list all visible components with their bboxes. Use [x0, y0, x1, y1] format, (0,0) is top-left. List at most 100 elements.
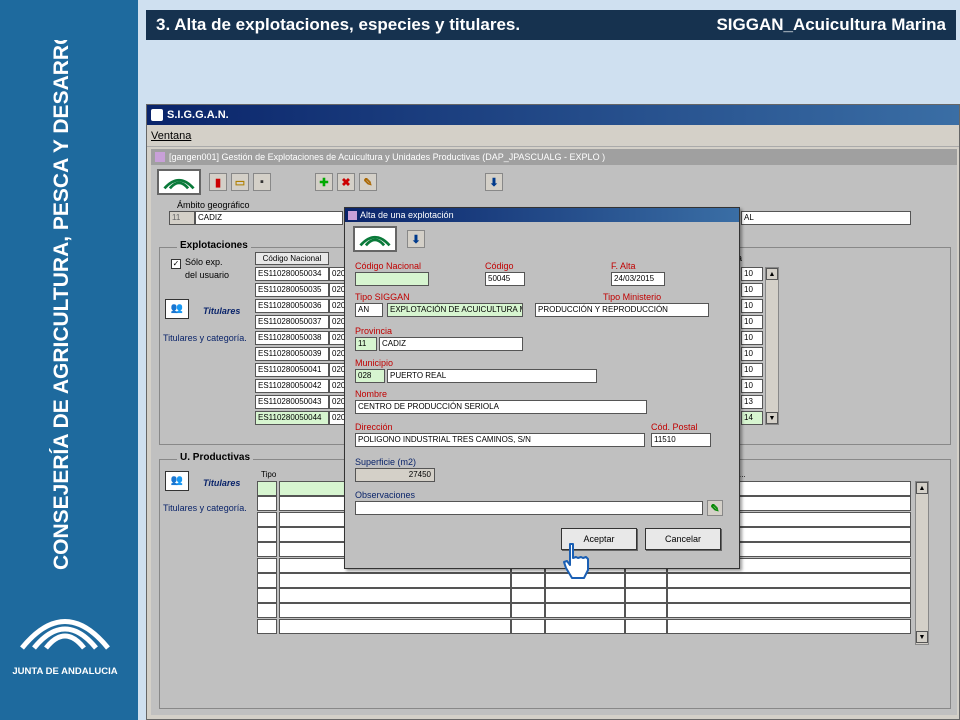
up-cell[interactable]: [545, 603, 625, 619]
up-cell[interactable]: [257, 542, 277, 558]
up-cell[interactable]: [511, 618, 545, 634]
up-cell[interactable]: [667, 588, 911, 604]
up-cell[interactable]: [545, 618, 625, 634]
municipio-code-field[interactable]: 028: [355, 369, 385, 383]
up-titulares-icon[interactable]: 👥: [165, 471, 189, 491]
codigo-field[interactable]: 50045: [485, 272, 525, 286]
direccion-label: Dirección: [355, 422, 393, 432]
up-cell[interactable]: [625, 618, 667, 634]
right-cell[interactable]: 10: [741, 379, 763, 393]
right-cell[interactable]: 10: [741, 283, 763, 297]
municipio-field[interactable]: PUERTO REAL: [387, 369, 597, 383]
up-cell[interactable]: [279, 572, 511, 588]
up-cell[interactable]: [667, 572, 911, 588]
up-cell[interactable]: [257, 618, 277, 634]
up-cell[interactable]: [257, 588, 277, 604]
nombre-field[interactable]: CENTRO DE PRODUCCIÓN SERIOLA: [355, 400, 647, 414]
codigo-nacional-cell[interactable]: ES110280050038: [255, 331, 329, 345]
up-cell[interactable]: [625, 572, 667, 588]
observaciones-field[interactable]: [355, 501, 703, 515]
up-cell[interactable]: [545, 588, 625, 604]
up-cell[interactable]: [511, 603, 545, 619]
up-cell[interactable]: [257, 496, 277, 512]
app-icon: [151, 109, 163, 121]
junta-toolbar-logo[interactable]: [157, 169, 201, 195]
cancel-button[interactable]: Cancelar: [645, 528, 721, 550]
right-cell[interactable]: 10: [741, 299, 763, 313]
save-icon[interactable]: ▪: [253, 173, 271, 191]
download-icon[interactable]: ⬇: [485, 173, 503, 191]
right-cell[interactable]: 10: [741, 347, 763, 361]
up-cell[interactable]: [279, 618, 511, 634]
up-cell[interactable]: [279, 588, 511, 604]
cod-postal-field[interactable]: 11510: [651, 433, 711, 447]
codigo-nacional-header[interactable]: Código Nacional: [255, 252, 329, 265]
f-alta-field[interactable]: 24/03/2015: [611, 272, 665, 286]
codigo-nacional-cell[interactable]: ES110280050043: [255, 395, 329, 409]
up-cell[interactable]: [257, 603, 277, 619]
provincia-code-field[interactable]: 11: [355, 337, 377, 351]
menu-ventana[interactable]: Ventana: [151, 130, 191, 142]
up-cell[interactable]: [667, 618, 911, 634]
solo-exp-checkbox[interactable]: ✓: [171, 259, 181, 269]
codigo-nacional-cell[interactable]: ES110280050036: [255, 299, 329, 313]
up-cell[interactable]: [257, 526, 277, 542]
tipo-siggan-field[interactable]: EXPLOTACIÓN DE ACUICULTURA M: [387, 303, 523, 317]
up-cell[interactable]: [257, 557, 277, 573]
open-folder-icon[interactable]: ▭: [231, 173, 249, 191]
up-cell[interactable]: [625, 603, 667, 619]
up-titulares-link[interactable]: Titulares: [203, 478, 240, 488]
municipio-label: Municipio: [355, 358, 394, 368]
codigo-nacional-cell[interactable]: ES110280050042: [255, 379, 329, 393]
scroll-up-icon[interactable]: ▲: [766, 268, 778, 280]
scroll-down-icon[interactable]: ▼: [766, 412, 778, 424]
up-cell[interactable]: [625, 588, 667, 604]
up-cell[interactable]: [279, 603, 511, 619]
delete-icon[interactable]: ✖: [337, 173, 355, 191]
codigo-nacional-cell[interactable]: ES110280050034: [255, 267, 329, 281]
up-cell[interactable]: [511, 588, 545, 604]
direccion-field[interactable]: POLIGONO INDUSTRIAL TRES CAMINOS, S/N: [355, 433, 645, 447]
codigo-nacional-cell[interactable]: ES110280050041: [255, 363, 329, 377]
right-cell[interactable]: 10: [741, 363, 763, 377]
edit-icon[interactable]: ✎: [359, 173, 377, 191]
explotaciones-scrollbar[interactable]: [765, 267, 779, 425]
codigo-nacional-cell[interactable]: ES110280050039: [255, 347, 329, 361]
add-icon[interactable]: ✚: [315, 173, 333, 191]
dialog-download-icon[interactable]: ⬇: [407, 230, 425, 248]
right-cell[interactable]: 10: [741, 315, 763, 329]
up-cell[interactable]: [511, 572, 545, 588]
codigo-nacional-cell[interactable]: ES110280050044: [255, 411, 329, 425]
tipo-siggan-code-field[interactable]: AN: [355, 303, 383, 317]
dialog-junta-logo[interactable]: [353, 226, 397, 252]
codigo-nacional-field[interactable]: [355, 272, 429, 286]
up-cell[interactable]: [667, 603, 911, 619]
ambito-right-field[interactable]: AL: [741, 211, 911, 225]
exit-icon[interactable]: ▮: [209, 173, 227, 191]
tipo-header: Tipo: [261, 470, 277, 479]
right-cell[interactable]: 13: [741, 395, 763, 409]
ambito-name-field[interactable]: CADIZ: [195, 211, 343, 225]
titulares-link[interactable]: Titulares: [203, 306, 240, 316]
logo-text: JUNTA DE ANDALUCIA: [12, 666, 117, 677]
up-cell[interactable]: [257, 511, 277, 527]
right-cell[interactable]: 10: [741, 331, 763, 345]
up-scrollbar[interactable]: [915, 481, 929, 645]
up-cell[interactable]: [257, 572, 277, 588]
right-cell[interactable]: 10: [741, 267, 763, 281]
superficie-label: Superficie (m2): [355, 457, 417, 467]
tipo-ministerio-field[interactable]: PRODUCCIÓN Y REPRODUCCIÓN: [535, 303, 709, 317]
dialog-titlebar: Alta de una explotación: [345, 208, 739, 222]
ambito-code-field[interactable]: 11: [169, 211, 195, 225]
up-cell[interactable]: [257, 481, 277, 496]
up-scroll-up-icon[interactable]: ▲: [916, 482, 928, 494]
codigo-nacional-cell[interactable]: ES110280050037: [255, 315, 329, 329]
edit-text-icon[interactable]: ✎: [707, 500, 723, 516]
codigo-nacional-cell[interactable]: ES110280050035: [255, 283, 329, 297]
titulares-button-icon[interactable]: 👥: [165, 299, 189, 319]
provincia-field[interactable]: CADIZ: [379, 337, 523, 351]
up-scroll-down-icon[interactable]: ▼: [916, 631, 928, 643]
right-cell[interactable]: 14: [741, 411, 763, 425]
del-usuario-label: del usuario: [185, 270, 230, 280]
explotaciones-title: Explotaciones: [177, 240, 251, 251]
